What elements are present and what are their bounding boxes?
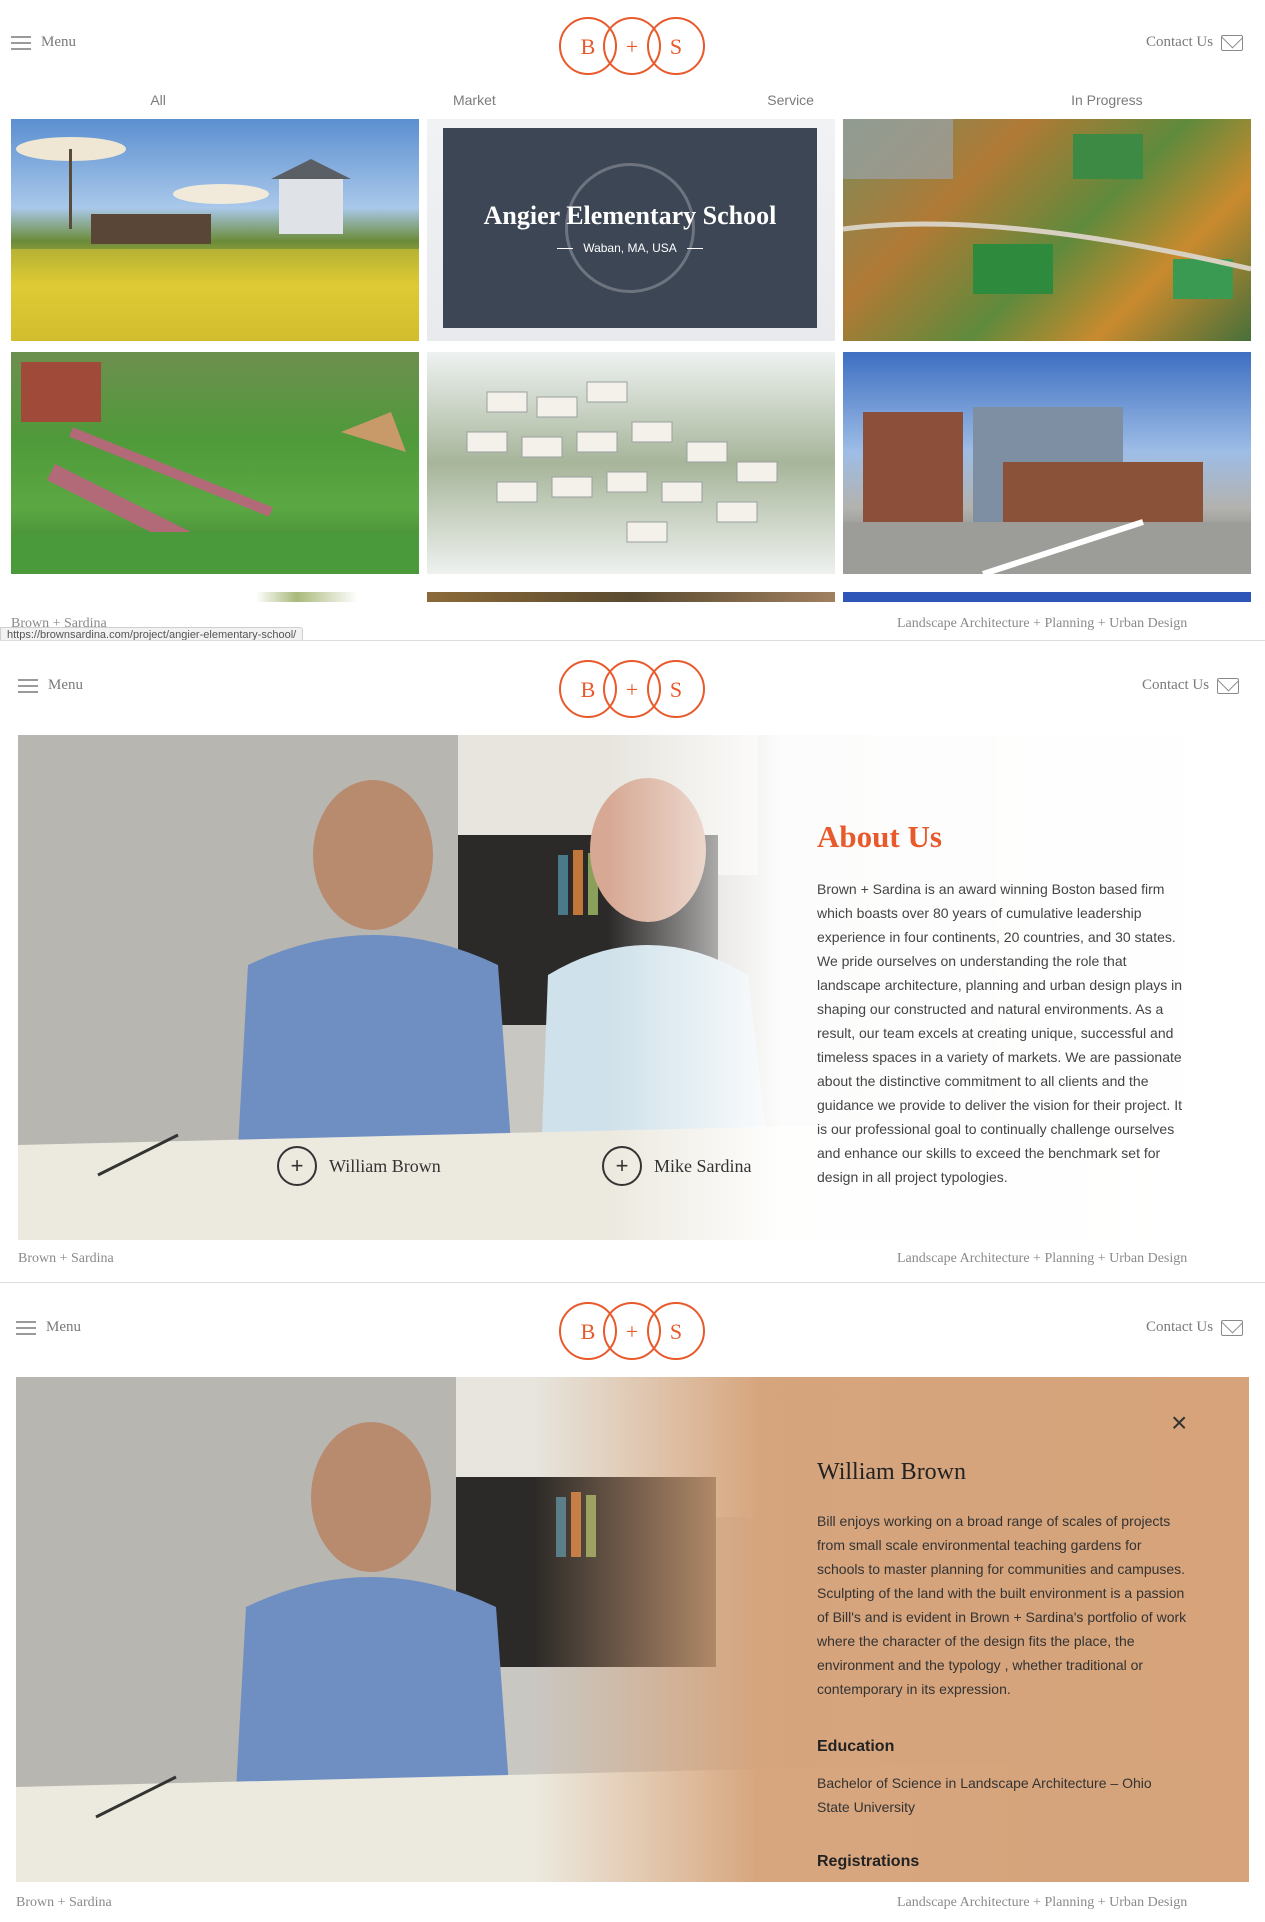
- project-title: Angier Elementary School: [483, 201, 777, 230]
- menu-label: Menu: [48, 677, 83, 693]
- about-title: About Us: [817, 819, 942, 854]
- plus-icon: +: [602, 1146, 642, 1186]
- menu-button[interactable]: Menu: [18, 677, 83, 694]
- building-illustration: [843, 407, 1251, 574]
- about-body: Brown + Sardina is an award winning Bost…: [817, 881, 1183, 1185]
- menu-button[interactable]: Menu: [16, 1319, 81, 1336]
- logo-letter-s: S: [670, 34, 682, 59]
- plus-icon: +: [277, 1146, 317, 1186]
- project-tile[interactable]: [843, 352, 1251, 574]
- logo-letter-s: S: [670, 1319, 682, 1344]
- person-button-mike-sardina[interactable]: + Mike Sardina: [602, 1146, 751, 1186]
- contact-label: Contact Us: [1142, 677, 1210, 693]
- project-image: [427, 592, 835, 602]
- mail-icon: [1221, 1319, 1244, 1336]
- logo-letter-plus: +: [626, 677, 638, 702]
- person-name: William Brown: [329, 1155, 441, 1176]
- project-image: [843, 592, 1251, 602]
- project-location: Waban, MA, USA: [557, 241, 703, 255]
- about-page: Menu B + S Contact Us About Us Brown + S…: [0, 640, 1265, 1282]
- person-button-william-brown[interactable]: + William Brown: [277, 1146, 441, 1186]
- bio-name: William Brown: [817, 1459, 967, 1485]
- project-tile[interactable]: [427, 592, 835, 602]
- person-name: Mike Sardina: [654, 1155, 752, 1176]
- contact-button[interactable]: Contact Us: [1142, 677, 1240, 694]
- hamburger-icon: [18, 678, 38, 693]
- project-image: [11, 592, 419, 602]
- contact-label: Contact Us: [1146, 1319, 1214, 1335]
- footer-tagline: Landscape Architecture + Planning + Urba…: [897, 1251, 1188, 1266]
- mail-icon: [1217, 677, 1240, 694]
- contact-button[interactable]: Contact Us: [1146, 1319, 1244, 1336]
- contact-button[interactable]: Contact Us: [1146, 34, 1244, 51]
- project-tile[interactable]: [427, 352, 835, 574]
- footer-tagline: Landscape Architecture + Planning + Urba…: [897, 1895, 1188, 1910]
- project-hover-card[interactable]: Angier Elementary School Waban, MA, USA: [443, 128, 817, 328]
- project-tile[interactable]: [843, 119, 1251, 341]
- project-tile[interactable]: [11, 592, 419, 602]
- logo[interactable]: B + S: [557, 15, 707, 77]
- bio-body: Bill enjoys working on a broad range of …: [817, 1513, 1187, 1697]
- mail-icon: [1221, 34, 1244, 51]
- filter-tabs: All Market Service In Progress: [0, 92, 1265, 108]
- garden-illustration: [11, 137, 419, 341]
- tab-service[interactable]: Service: [633, 92, 949, 108]
- footer-tagline: Landscape Architecture + Planning + Urba…: [897, 616, 1188, 631]
- project-tile[interactable]: [843, 592, 1251, 602]
- logo-letter-s: S: [670, 677, 682, 702]
- logo[interactable]: B + S: [557, 658, 707, 720]
- project-tile[interactable]: [11, 119, 419, 341]
- projects-page: Menu B + S Contact Us All Market Service…: [0, 0, 1265, 640]
- menu-label: Menu: [46, 1319, 81, 1335]
- menu-button[interactable]: Menu: [11, 34, 76, 51]
- logo-letter-b: B: [581, 1319, 596, 1344]
- menu-label: Menu: [41, 34, 76, 50]
- logo-letter-b: B: [581, 34, 596, 59]
- status-url: https://brownsardina.com/project/angier-…: [0, 627, 304, 640]
- footer-brand: Brown + Sardina: [18, 1251, 114, 1266]
- logo[interactable]: B + S: [557, 1300, 707, 1362]
- close-icon[interactable]: ×: [1171, 1409, 1187, 1437]
- hamburger-icon: [16, 1320, 36, 1335]
- bio-page: Menu B + S Contact Us × William Brown Bi…: [0, 1282, 1265, 1922]
- tab-in-progress[interactable]: In Progress: [949, 92, 1265, 108]
- aerial-campus-illustration: [843, 119, 1251, 299]
- hamburger-icon: [11, 35, 31, 50]
- tab-all[interactable]: All: [0, 92, 316, 108]
- project-tile[interactable]: [11, 352, 419, 574]
- footer-brand: Brown + Sardina: [16, 1895, 112, 1910]
- contact-label: Contact Us: [1146, 34, 1214, 50]
- logo-letter-b: B: [581, 677, 596, 702]
- school-aerial-illustration: [11, 362, 419, 574]
- logo-letter-plus: +: [626, 1319, 638, 1344]
- tab-market[interactable]: Market: [316, 92, 632, 108]
- masterplan-illustration: [466, 381, 778, 543]
- education-heading: Education: [817, 1738, 895, 1755]
- education-text: Bachelor of Science in Landscape Archite…: [817, 1775, 1152, 1815]
- registrations-heading: Registrations: [817, 1853, 920, 1870]
- logo-letter-plus: +: [626, 34, 638, 59]
